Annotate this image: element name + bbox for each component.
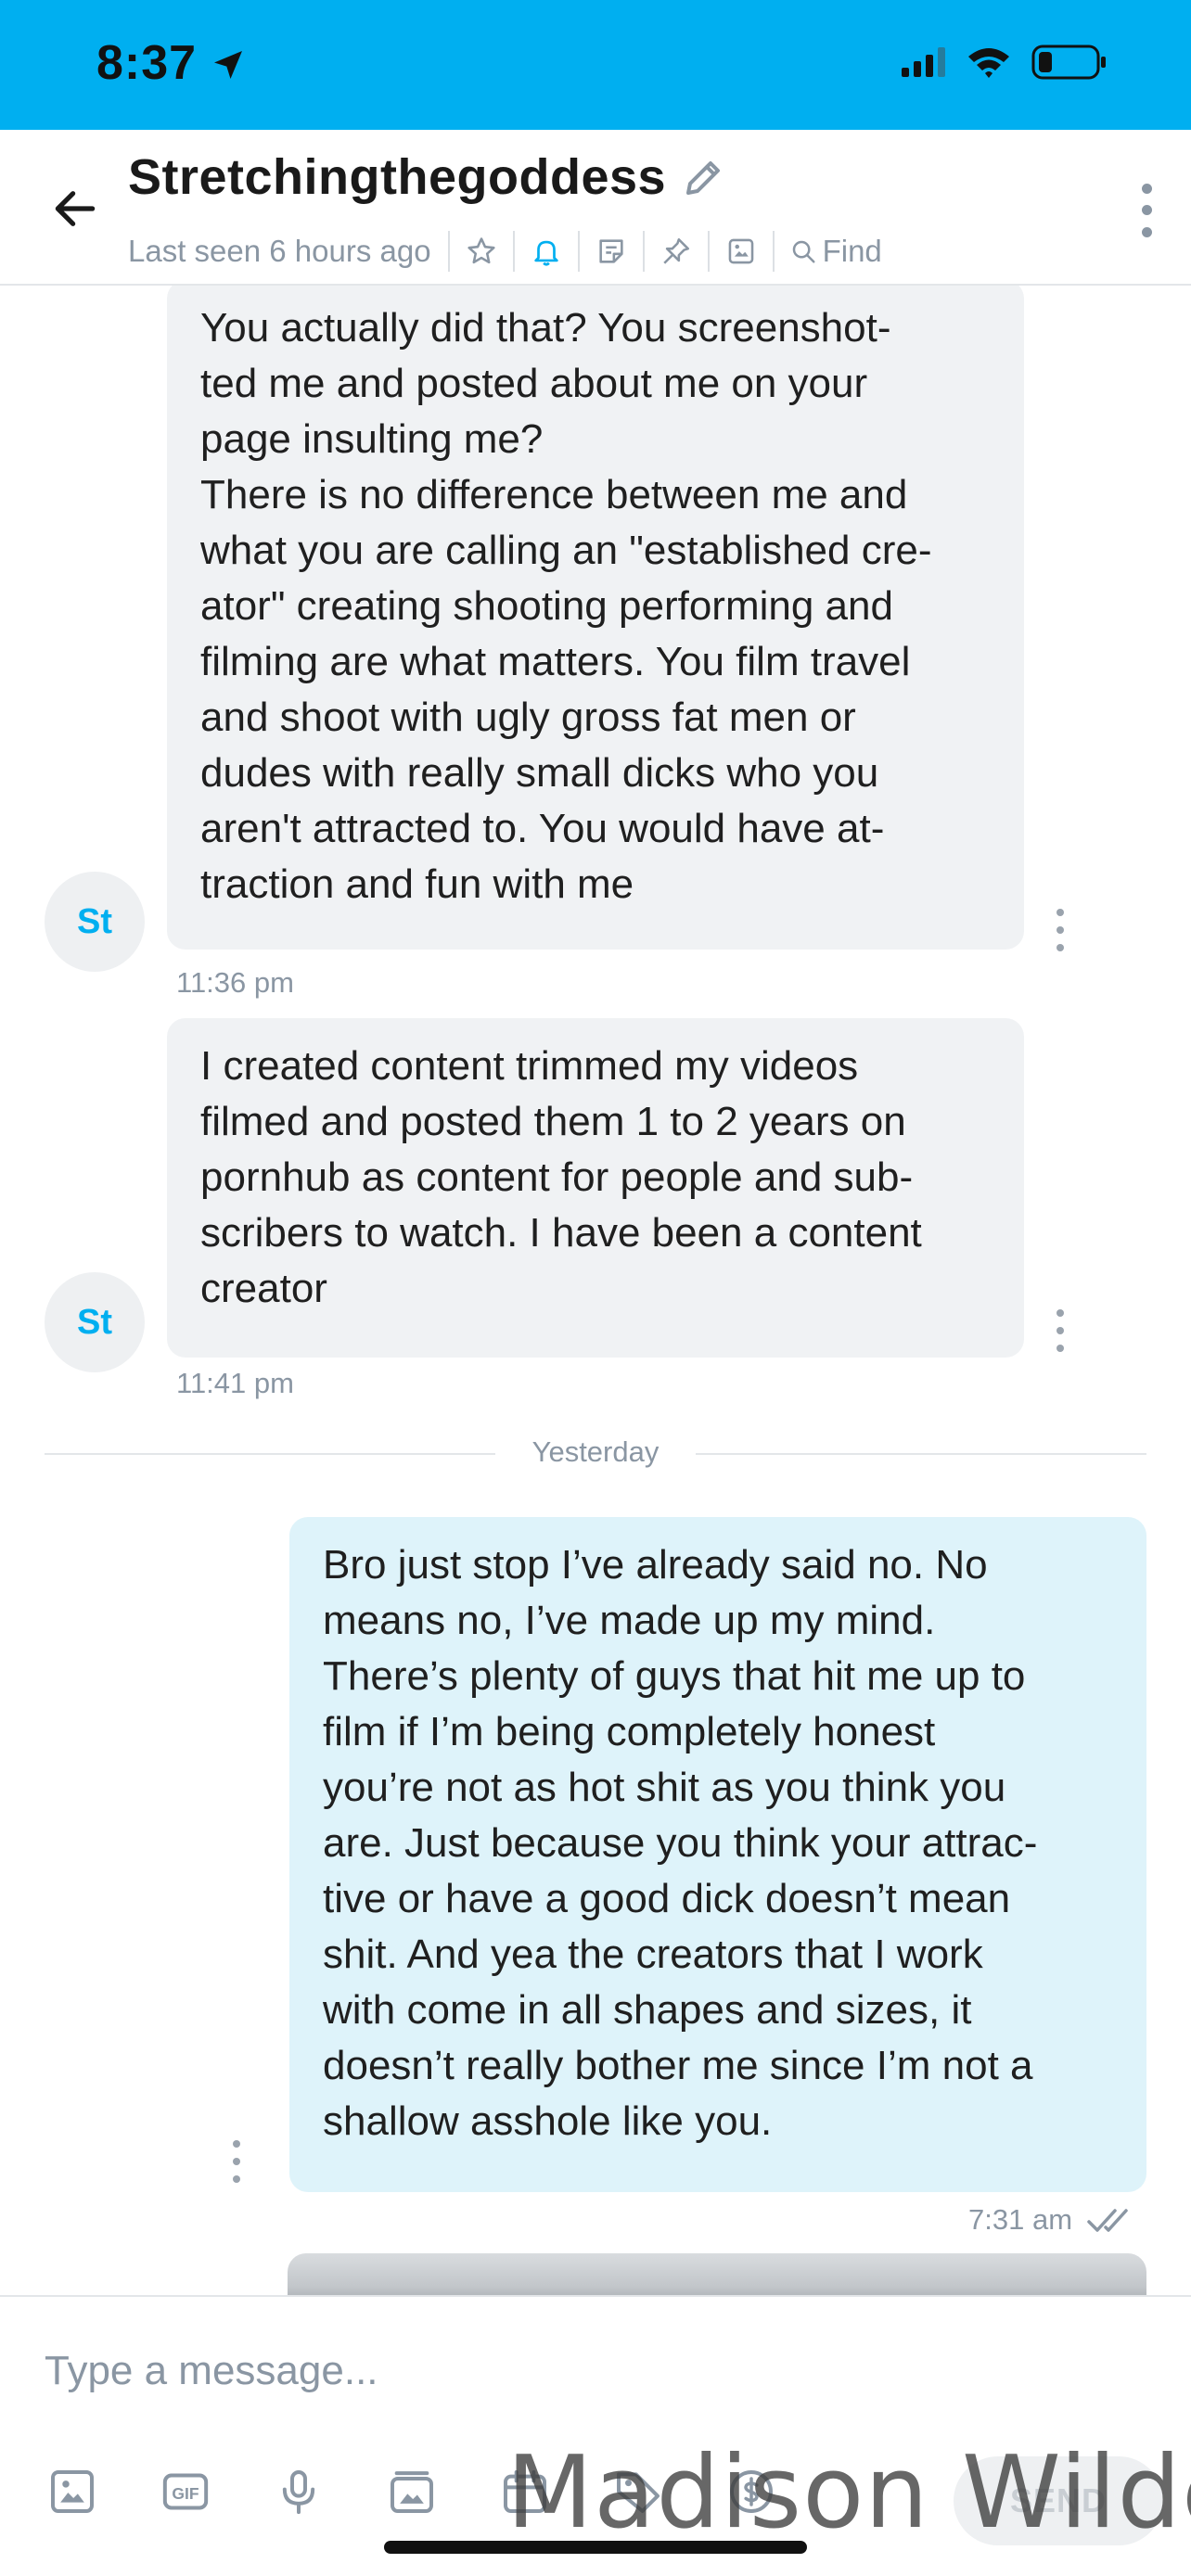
- edit-pencil-icon[interactable]: [681, 156, 725, 205]
- header-subbar: Last seen 6 hours ago Find: [128, 226, 882, 276]
- home-indicator[interactable]: [384, 2541, 807, 2554]
- message-time: 11:41 pm: [176, 1367, 294, 1399]
- message-time: 11:36 pm: [176, 966, 294, 999]
- pin-icon[interactable]: [645, 226, 708, 276]
- location-arrow-icon: [210, 46, 247, 88]
- message-time: 7:31 am: [968, 2203, 1073, 2236]
- message-input[interactable]: [45, 2334, 1065, 2408]
- message-bubble-incoming[interactable]: You actually did that? You screenshot- t…: [167, 286, 1024, 950]
- gif-icon[interactable]: GIF: [158, 2464, 213, 2519]
- signal-icon: [902, 47, 945, 77]
- star-icon[interactable]: [450, 226, 513, 276]
- more-vertical-icon[interactable]: [1128, 178, 1165, 243]
- status-bar: 8:37: [0, 0, 1191, 130]
- image-icon[interactable]: [710, 226, 773, 276]
- media-message-preview[interactable]: [288, 2253, 1146, 2295]
- status-icons: [902, 45, 1108, 80]
- chat-header: Stretchingthegoddess Last seen 6 hours a…: [0, 130, 1191, 286]
- chat-title[interactable]: Stretchingthegoddess: [128, 148, 666, 206]
- date-divider: Yesterday: [45, 1430, 1146, 1476]
- svg-text:GIF: GIF: [172, 2484, 198, 2503]
- message-list[interactable]: You actually did that? You screenshot- t…: [0, 286, 1191, 2295]
- note-icon[interactable]: [580, 226, 643, 276]
- avatar-initials: St: [77, 901, 112, 941]
- price-tag-icon[interactable]: [610, 2464, 666, 2519]
- message-options-icon[interactable]: [227, 2140, 246, 2183]
- message-text: I created content trimmed my videos film…: [200, 1043, 922, 1311]
- wifi-icon: [968, 48, 1009, 78]
- avatar-initials: St: [77, 1302, 112, 1342]
- message-text: You actually did that? You screenshot- t…: [200, 305, 932, 907]
- avatar[interactable]: St: [45, 872, 145, 972]
- bell-icon[interactable]: [515, 226, 578, 276]
- message-bubble-outgoing[interactable]: Bro just stop I’ve already said no. No m…: [289, 1517, 1146, 2192]
- avatar[interactable]: St: [45, 1272, 145, 1372]
- message-options-icon[interactable]: [1051, 1309, 1069, 1352]
- image-upload-icon[interactable]: [45, 2464, 100, 2519]
- double-check-icon: [1087, 2203, 1139, 2241]
- battery-icon: [1031, 45, 1106, 80]
- last-seen-status: Last seen 6 hours ago: [128, 234, 431, 268]
- message-composer: GIF SEND: [0, 2295, 1191, 2576]
- find-button[interactable]: Find: [775, 234, 882, 269]
- find-label: Find: [822, 234, 882, 268]
- back-arrow-icon: [55, 191, 96, 226]
- search-icon: [792, 240, 815, 263]
- message-text: Bro just stop I’ve already said no. No m…: [323, 1542, 1038, 2144]
- calendar-icon[interactable]: [497, 2464, 553, 2519]
- vault-icon[interactable]: [384, 2464, 440, 2519]
- status-time: 8:37: [96, 36, 198, 90]
- date-divider-label: Yesterday: [531, 1435, 660, 1468]
- tip-icon[interactable]: [724, 2464, 779, 2519]
- message-options-icon[interactable]: [1051, 909, 1069, 951]
- microphone-icon[interactable]: [271, 2464, 327, 2519]
- message-bubble-incoming[interactable]: I created content trimmed my videos film…: [167, 1018, 1024, 1358]
- back-button[interactable]: [43, 176, 108, 241]
- send-button[interactable]: SEND: [954, 2456, 1163, 2545]
- composer-toolbar: GIF: [45, 2464, 779, 2519]
